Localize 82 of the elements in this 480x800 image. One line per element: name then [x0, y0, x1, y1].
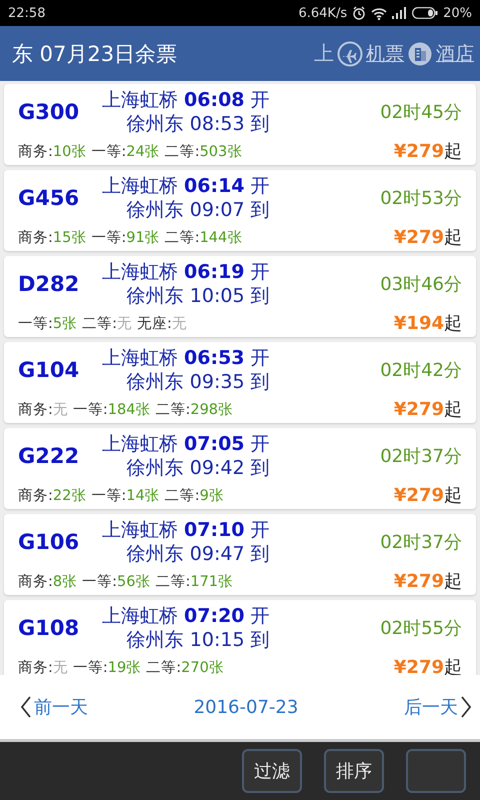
arrival-line: 徐州东 10:05 到 — [126, 284, 270, 308]
page-title: 东 07月23日余票 — [12, 40, 178, 68]
seat-availability: 二等:9张 — [164, 486, 224, 504]
seat-availability: 商务:8张 — [18, 572, 78, 590]
toolbar-button[interactable]: 排序 — [324, 749, 384, 793]
alarm-icon — [352, 6, 366, 20]
previous-day-link[interactable]: 前一天 — [20, 695, 88, 719]
wifi-icon — [371, 6, 388, 20]
departure-line: 上海虹桥 06:14 开 — [102, 174, 270, 198]
train-card[interactable]: G104 上海虹桥 06:53 开 徐州东 09:35 到 02时42分 商务:无 一等:184张 二等:298张 ¥279起 — [4, 342, 476, 423]
seat-availability: 商务:15张 — [18, 228, 86, 246]
arrival-line: 徐州东 09:35 到 — [126, 370, 270, 394]
price: ¥194起 — [394, 312, 462, 335]
seat-availability: 二等:270张 — [146, 658, 224, 675]
toolbar-button[interactable]: 过滤 — [242, 749, 302, 793]
departure-line: 上海虹桥 06:19 开 — [102, 260, 270, 284]
arrival-line: 徐州东 08:53 到 — [126, 112, 270, 136]
departure-line: 上海虹桥 07:20 开 — [102, 604, 270, 628]
arrival-line: 徐州东 09:47 到 — [126, 542, 270, 566]
seat-availability: 一等:24张 — [91, 142, 160, 160]
seat-availability: 一等:19张 — [72, 658, 142, 675]
train-number: D282 — [18, 272, 80, 296]
airplane-icon — [337, 40, 363, 66]
seat-availability: 一等:184张 — [72, 400, 150, 418]
departure-line: 上海虹桥 06:53 开 — [102, 346, 270, 370]
next-day-link[interactable]: 后一天 — [404, 695, 472, 719]
departure-line: 上海虹桥 06:08 开 — [102, 88, 270, 112]
header-link[interactable]: 机票 — [366, 40, 404, 66]
price: ¥279起 — [394, 226, 462, 249]
train-number: G300 — [18, 100, 80, 124]
train-card[interactable]: G106 上海虹桥 07:10 开 徐州东 09:47 到 02时37分 商务:8张 一等:56张 二等:171张 ¥279起 — [4, 514, 476, 595]
battery-percent: 20% — [443, 6, 472, 20]
current-date[interactable]: 2016-07-23 — [194, 696, 298, 718]
battery-icon — [412, 7, 438, 19]
arrival-line: 徐州东 10:15 到 — [126, 628, 270, 652]
train-number: G104 — [18, 358, 80, 382]
seat-availability: 二等:298张 — [155, 400, 234, 418]
duration: 02时37分 — [380, 531, 462, 554]
seat-availability: 商务:无 — [18, 658, 68, 675]
seat-availability: 一等:14张 — [91, 486, 160, 504]
header-text: 上 — [314, 40, 334, 67]
seat-availability: 二等:无 — [82, 314, 132, 332]
building-icon — [407, 40, 433, 66]
duration: 02时53分 — [380, 187, 462, 210]
price: ¥279起 — [394, 570, 462, 593]
duration: 03时46分 — [380, 273, 462, 296]
seat-availability: 商务:无 — [18, 400, 68, 418]
train-card[interactable]: G456 上海虹桥 06:14 开 徐州东 09:07 到 02时53分 商务:15张 一等:91张 二等:144张 ¥279起 — [4, 170, 476, 251]
seat-availability: 二等:144张 — [164, 228, 242, 246]
price: ¥279起 — [394, 484, 462, 507]
seat-availability: 商务:10张 — [18, 142, 86, 160]
train-card[interactable]: G222 上海虹桥 07:05 开 徐州东 09:42 到 02时37分 商务:22张 一等:14张 二等:9张 ¥279起 — [4, 428, 476, 509]
train-number: G106 — [18, 530, 80, 554]
price: ¥279起 — [394, 140, 462, 163]
duration: 02时45分 — [380, 101, 462, 124]
duration: 02时37分 — [380, 445, 462, 468]
departure-line: 上海虹桥 07:10 开 — [102, 518, 270, 542]
header-link[interactable]: 酒店 — [436, 40, 474, 66]
seat-availability: 无座:无 — [137, 314, 187, 332]
train-number: G456 — [18, 186, 80, 210]
arrival-line: 徐州东 09:07 到 — [126, 198, 270, 222]
train-number: G108 — [18, 616, 80, 640]
clock-time: 22:58 — [8, 6, 46, 20]
toolbar-button[interactable] — [406, 749, 466, 793]
train-number: G222 — [18, 444, 80, 468]
duration: 02时55分 — [380, 617, 462, 640]
price: ¥279起 — [394, 398, 462, 421]
seat-availability: 一等:56张 — [82, 572, 150, 590]
seat-availability: 商务:22张 — [18, 486, 86, 504]
seat-availability: 一等:91张 — [91, 228, 160, 246]
signal-icon — [392, 7, 408, 19]
departure-line: 上海虹桥 07:05 开 — [102, 432, 270, 456]
train-card[interactable]: D282 上海虹桥 06:19 开 徐州东 10:05 到 03时46分 一等:5张 二等:无 无座:无 ¥194起 — [4, 256, 476, 337]
seat-availability: 二等:503张 — [164, 142, 242, 160]
chevron-right-icon — [460, 696, 472, 718]
duration: 02时42分 — [380, 359, 462, 382]
arrival-line: 徐州东 09:42 到 — [126, 456, 270, 480]
network-speed: 6.64K/s — [298, 6, 348, 20]
seat-availability: 二等:171张 — [155, 572, 234, 590]
seat-availability: 一等:5张 — [18, 314, 78, 332]
train-card[interactable]: G300 上海虹桥 06:08 开 徐州东 08:53 到 02时45分 商务:10张 一等:24张 二等:503张 ¥279起 — [4, 84, 476, 165]
chevron-left-icon — [20, 696, 32, 718]
